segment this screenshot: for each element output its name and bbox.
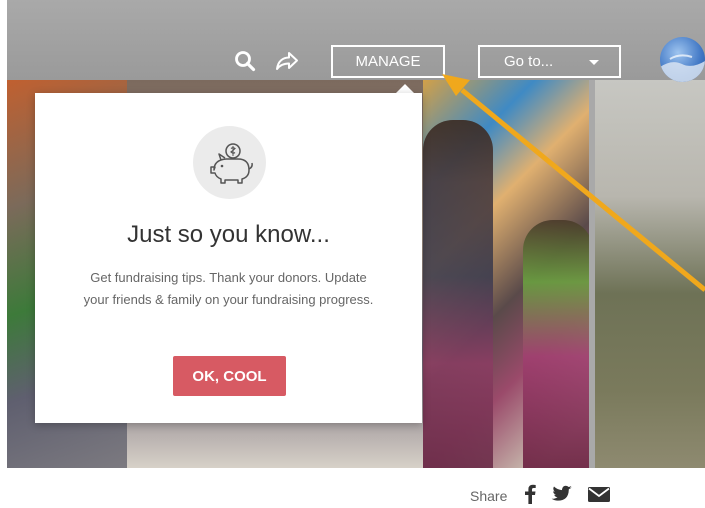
share-label: Share: [470, 488, 508, 504]
share-row: Share: [470, 484, 611, 508]
email-icon[interactable]: [587, 485, 611, 507]
annotation-arrow: [442, 74, 705, 292]
twitter-icon[interactable]: [551, 485, 573, 507]
facebook-icon[interactable]: [523, 484, 537, 508]
